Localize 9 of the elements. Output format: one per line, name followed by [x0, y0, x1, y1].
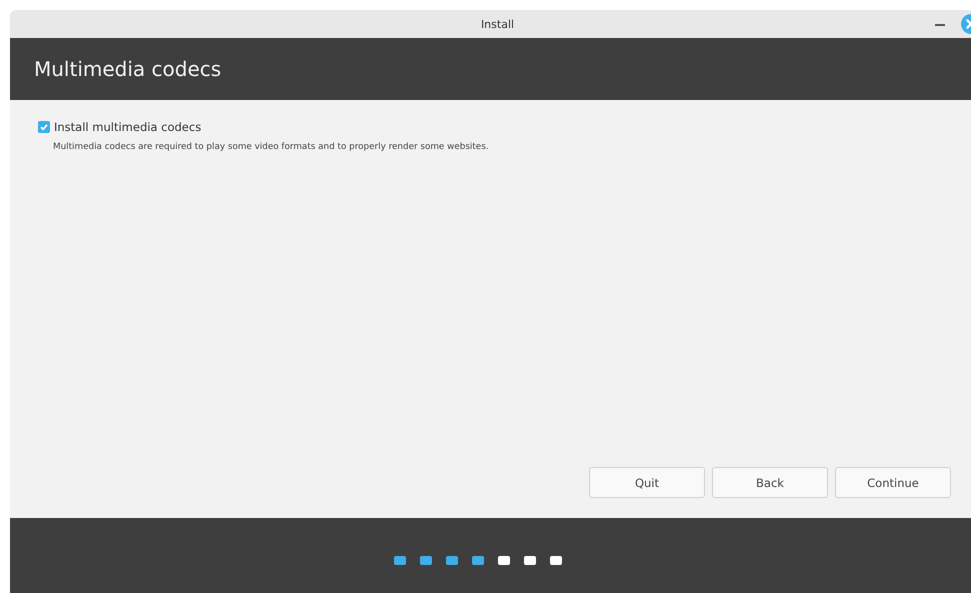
dialog-button[interactable]: Quit [589, 467, 705, 498]
description-text: Multimedia codecs are required to play some video formats and to properly render some websites. [53, 142, 490, 152]
page-title: Multimedia codecs [34, 57, 222, 81]
minimize-icon[interactable] [935, 24, 945, 27]
checkbox-label: Install multimedia codecs [54, 120, 202, 134]
checkbox[interactable] [38, 121, 50, 133]
window-title: Install [480, 18, 514, 30]
dialog-button[interactable]: Back [712, 467, 828, 498]
dialog-button[interactable]: Continue [835, 467, 951, 498]
